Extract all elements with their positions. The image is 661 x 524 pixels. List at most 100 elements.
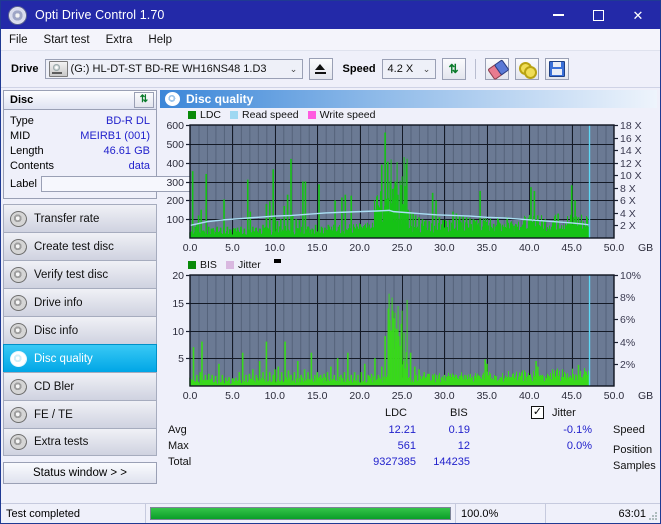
sidebar-item-create-test-disc[interactable]: Create test disc <box>3 232 157 260</box>
drive-label: Drive <box>11 63 39 75</box>
speed-select-value: 4.2 X <box>387 63 414 75</box>
svg-text:10 X: 10 X <box>620 170 642 182</box>
svg-text:6 X: 6 X <box>620 195 636 207</box>
resize-grip-icon[interactable] <box>648 511 658 521</box>
minimize-icon <box>552 14 564 16</box>
svg-text:GB: GB <box>638 242 653 254</box>
sidebar-item-label: FE / TE <box>34 408 73 421</box>
eraser-icon <box>486 58 510 80</box>
svg-text:500: 500 <box>166 139 184 151</box>
stats-max-jitter: 0.0% <box>566 440 592 452</box>
stats-col-ldc: LDC <box>385 407 408 419</box>
svg-text:10%: 10% <box>620 271 641 282</box>
svg-text:16 X: 16 X <box>620 133 642 145</box>
page-title: Disc quality <box>186 92 254 106</box>
menu-bar: File Start test Extra Help <box>1 29 660 51</box>
status-bar: Test completed 100.0% 63:01 <box>1 503 660 523</box>
stats-avg-jitter: -0.1% <box>563 424 592 436</box>
svg-text:4 X: 4 X <box>620 208 636 220</box>
disc-field-value: BD-R DL <box>105 114 150 127</box>
disc-label-caption: Label <box>10 178 37 190</box>
minimize-button[interactable] <box>538 1 578 29</box>
legend-swatch-read-speed <box>230 111 239 119</box>
svg-text:30.0: 30.0 <box>434 390 455 402</box>
app-window: Opti Drive Control 1.70 ✕ File Start tes… <box>0 0 661 524</box>
svg-text:40.0: 40.0 <box>519 390 540 402</box>
svg-text:6%: 6% <box>620 314 635 326</box>
svg-text:300: 300 <box>166 177 184 189</box>
disc-panel-title: Disc <box>10 94 34 106</box>
svg-text:GB: GB <box>638 390 653 402</box>
disc-quality-header: Disc quality <box>160 90 657 108</box>
svg-text:100: 100 <box>166 214 184 226</box>
disc-field-value: data <box>128 159 150 172</box>
jitter-checkbox[interactable]: ✓ <box>531 406 544 419</box>
sidebar-item-drive-info[interactable]: Drive info <box>3 288 157 316</box>
drive-select-value: (G:) HL-DT-ST BD-RE WH16NS48 1.D3 <box>70 63 267 75</box>
svg-text:5: 5 <box>178 353 184 365</box>
elapsed-time: 63:01 <box>618 507 646 520</box>
refresh-icon: ⇅ <box>448 62 459 76</box>
menu-item-help[interactable]: Help <box>148 34 172 46</box>
disc-icon <box>10 210 27 227</box>
stats-col-bis: BIS <box>450 407 468 419</box>
svg-text:2%: 2% <box>620 359 635 371</box>
stats-total-bis: 144235 <box>433 456 470 468</box>
svg-text:10.0: 10.0 <box>265 242 286 254</box>
floppy-save-icon <box>548 61 565 77</box>
disc-refresh-button[interactable]: ⇅ <box>134 92 154 108</box>
legend-label-ldc: LDC <box>200 109 222 121</box>
sidebar-item-fe-te[interactable]: FE / TE <box>3 400 157 428</box>
progress-percent: 100.0% <box>456 504 546 523</box>
svg-text:20.0: 20.0 <box>349 242 370 254</box>
status-window-button[interactable]: Status window > > <box>3 462 157 484</box>
sidebar-item-transfer-rate[interactable]: Transfer rate <box>3 204 157 232</box>
svg-text:30.0: 30.0 <box>434 242 455 254</box>
menu-item-extra[interactable]: Extra <box>106 34 133 46</box>
stats-total-ldc: 9327385 <box>373 456 416 468</box>
ldc-read-speed-chart[interactable]: 100 200 300 400 500 600 2 X4 X6 X8 X 10 X 12 X 14… <box>160 121 657 256</box>
right-panel: Disc quality LDC Read speed Write speed … <box>159 88 661 486</box>
disc-icon <box>8 5 27 25</box>
refresh-button[interactable]: ⇅ <box>441 58 466 80</box>
svg-text:8%: 8% <box>620 292 635 304</box>
marker-icon <box>273 259 281 263</box>
disc-icon <box>10 266 27 283</box>
svg-text:5.0: 5.0 <box>225 390 240 402</box>
svg-text:45.0: 45.0 <box>561 390 582 402</box>
sidebar-item-label: Extra tests <box>34 436 89 448</box>
svg-text:200: 200 <box>166 195 184 207</box>
menu-item-file[interactable]: File <box>9 34 28 46</box>
sidebar-item-extra-tests[interactable]: Extra tests <box>3 428 157 456</box>
legend-swatch-jitter <box>225 261 234 269</box>
sidebar-item-cd-bler[interactable]: CD Bler <box>3 372 157 400</box>
save-button[interactable] <box>544 58 569 80</box>
sidebar-item-verify-test-disc[interactable]: Verify test disc <box>3 260 157 288</box>
window-title: Opti Drive Control 1.70 <box>35 8 165 22</box>
svg-text:400: 400 <box>166 158 184 170</box>
close-button[interactable]: ✕ <box>618 1 658 29</box>
disc-label-row: Label <box>10 175 245 193</box>
disc-icon <box>10 350 27 367</box>
disc-field-label: Length <box>10 144 44 157</box>
svg-text:25.0: 25.0 <box>392 390 413 402</box>
menu-item-start-test[interactable]: Start test <box>44 34 90 46</box>
svg-text:20: 20 <box>172 271 184 282</box>
drive-select[interactable]: (G:) HL-DT-ST BD-RE WH16NS48 1.D3 ⌄ <box>44 59 303 79</box>
chevron-down-icon: ⌄ <box>422 63 431 74</box>
sidebar-item-disc-quality[interactable]: Disc quality <box>3 344 157 372</box>
legend-swatch-bis <box>188 261 196 269</box>
chevron-down-icon: ⌄ <box>289 63 298 74</box>
sidebar-item-label: Disc quality <box>34 352 93 365</box>
sidebar-item-disc-info[interactable]: Disc info <box>3 316 157 344</box>
legend-label-read-speed: Read speed <box>242 109 299 121</box>
erase-button[interactable] <box>484 58 510 80</box>
eject-button[interactable] <box>308 58 333 80</box>
chart-canvas: 5 10 15 20 2% 4% 6% 8% 10% 0.0 5.0 10.0 15.0 20.0 25.0… <box>172 271 653 402</box>
chart-canvas: 100 200 300 400 500 600 2 X4 X6 X8 X10 X12 X14… <box>166 121 653 254</box>
link-button[interactable] <box>514 58 539 80</box>
window-controls: ✕ <box>538 1 658 29</box>
speed-select[interactable]: 4.2 X ⌄ <box>381 59 436 79</box>
bis-jitter-chart[interactable]: 5 10 15 20 2% 4% 6% 8% 10% 0.0 5.0 10.0 15.0 20.0 25.0… <box>160 271 657 404</box>
maximize-button[interactable] <box>578 1 618 29</box>
